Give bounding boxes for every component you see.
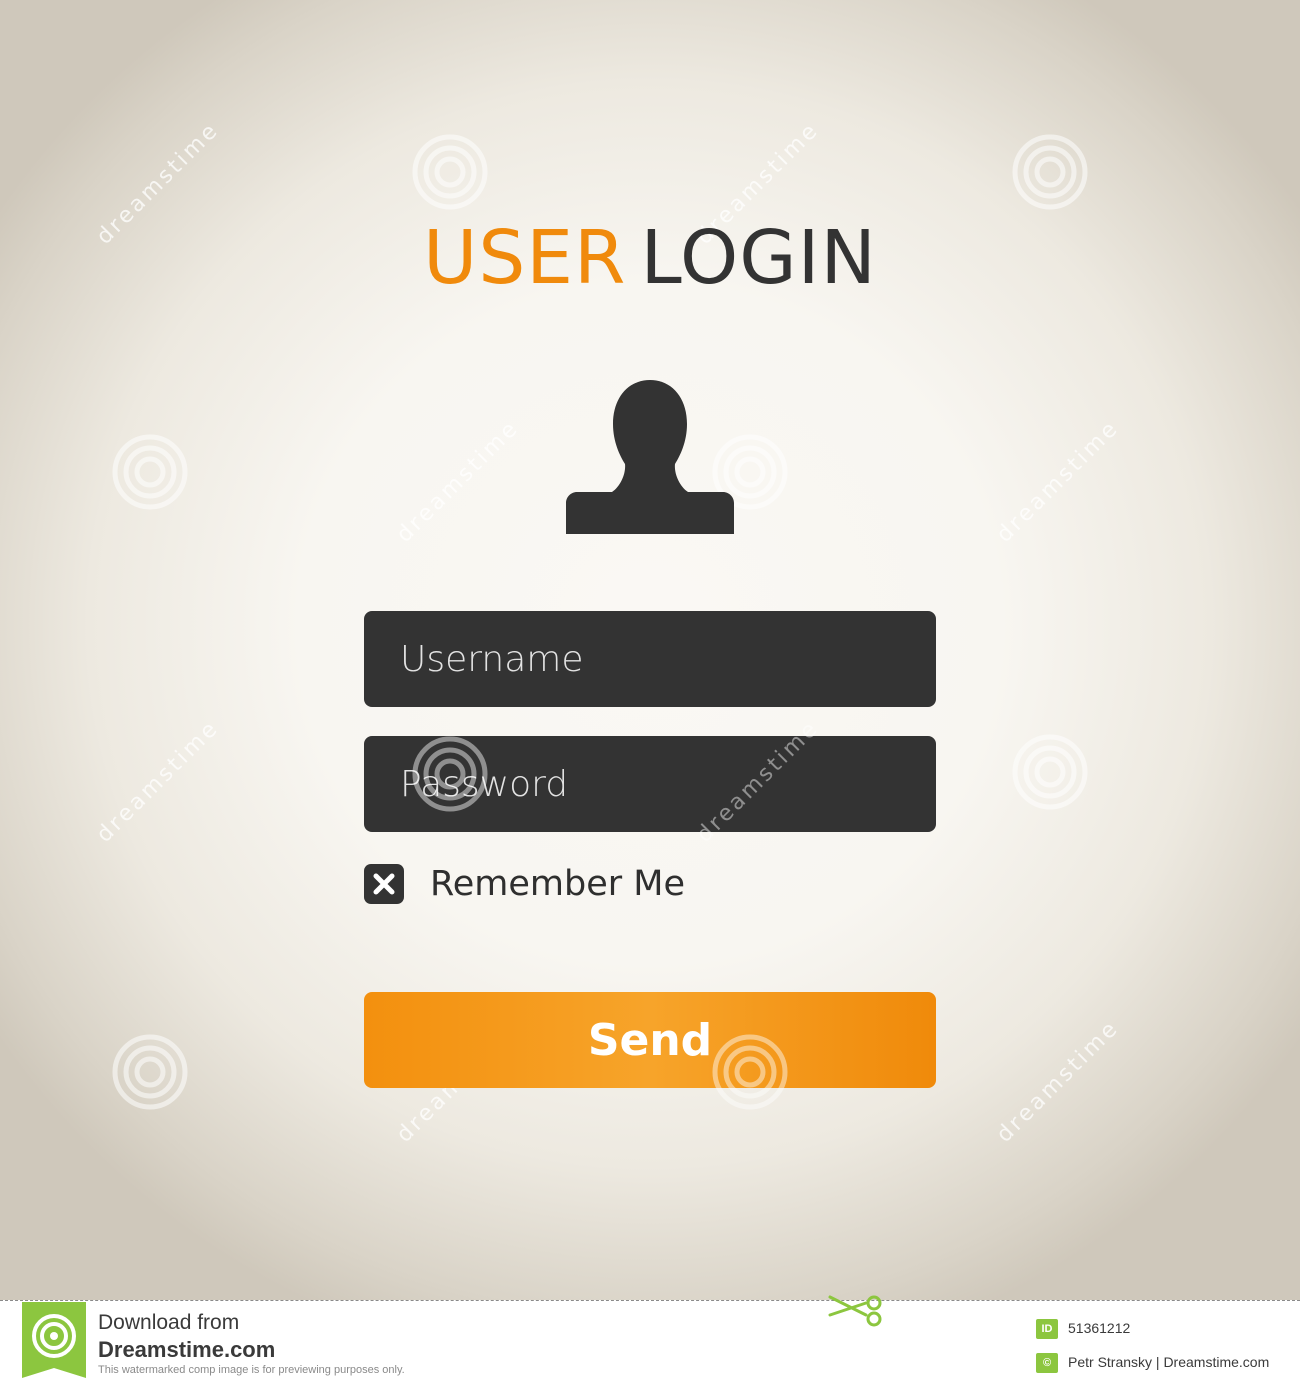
page-title: USER LOGIN	[0, 218, 1300, 298]
page: dreamstime dreamstime dreamstime dreamst…	[0, 0, 1300, 1390]
watermark-note: This watermarked comp image is for previ…	[98, 1364, 405, 1376]
watermark-spiral-icon	[112, 1034, 188, 1110]
dreamstime-logo-icon	[22, 1302, 86, 1378]
copyright-badge: ©	[1036, 1353, 1058, 1373]
download-from-text: Download from	[98, 1311, 240, 1334]
stock-footer: Download from Dreamstime.com This waterm…	[0, 1295, 1300, 1390]
id-badge: ID	[1036, 1319, 1058, 1339]
title-user: USER	[423, 215, 627, 301]
watermark-spiral-icon	[412, 736, 488, 812]
remember-me-checkbox[interactable]	[364, 864, 404, 904]
send-button[interactable]: Send	[364, 992, 936, 1088]
author-credit: Petr Stransky | Dreamstime.com	[1068, 1354, 1270, 1370]
remember-me-label[interactable]: Remember Me	[430, 864, 685, 904]
watermark-spiral-icon	[1012, 134, 1088, 210]
brand-link[interactable]: Dreamstime.com	[98, 1337, 275, 1363]
username-input[interactable]	[364, 611, 936, 707]
remember-me-row: Remember Me	[364, 862, 685, 906]
user-silhouette-icon	[566, 380, 734, 534]
image-id: 51361212	[1068, 1320, 1131, 1336]
watermark-text: dreamstime	[92, 715, 225, 848]
title-login: LOGIN	[640, 215, 877, 301]
login-canvas: dreamstime dreamstime dreamstime dreamst…	[0, 0, 1300, 1300]
watermark-spiral-icon	[112, 434, 188, 510]
watermark-spiral-icon	[412, 134, 488, 210]
watermark-text: dreamstime	[392, 415, 525, 548]
checkmark-x-icon	[373, 873, 395, 895]
watermark-text: dreamstime	[992, 415, 1125, 548]
watermark-text: dreamstime	[992, 1015, 1125, 1148]
scissors-icon	[828, 1295, 882, 1327]
watermark-spiral-icon	[712, 1034, 788, 1110]
watermark-spiral-icon	[1012, 734, 1088, 810]
